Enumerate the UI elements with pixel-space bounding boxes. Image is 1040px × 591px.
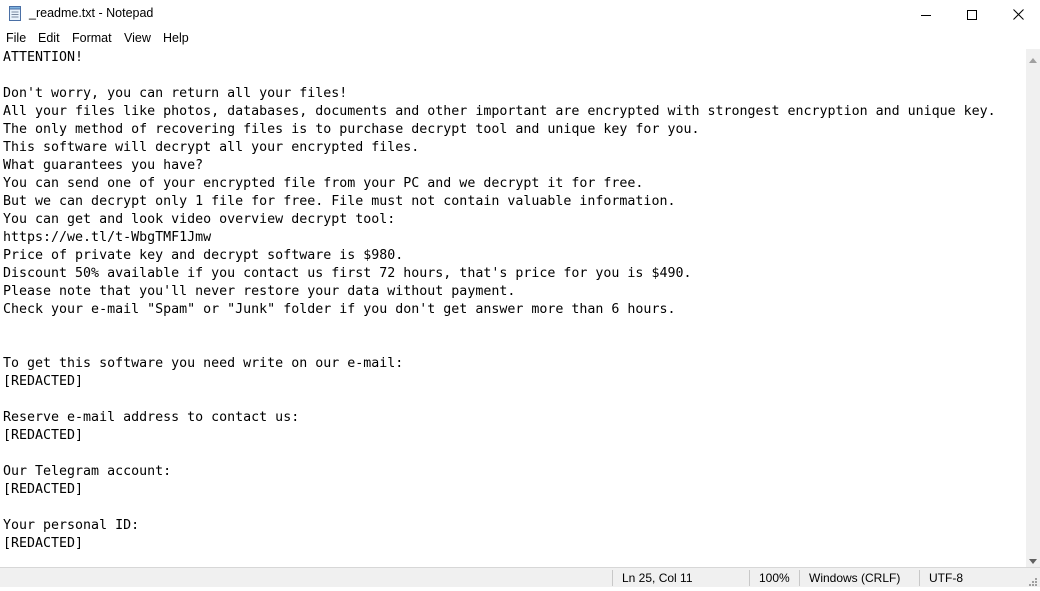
menu-format[interactable]: Format [72, 31, 112, 45]
menu-bar: File Edit Format View Help [0, 29, 1040, 49]
window-title: _readme.txt - Notepad [29, 6, 154, 20]
notepad-icon [9, 6, 22, 21]
status-separator [612, 570, 613, 586]
close-icon [1012, 5, 1024, 24]
zoom-level: 100% [759, 571, 790, 585]
notepad-window: _readme.txt - Notepad File Edit Format V… [0, 0, 1040, 587]
title-bar[interactable]: _readme.txt - Notepad [0, 0, 1040, 29]
text-editor[interactable]: ATTENTION! Don't worry, you can return a… [0, 49, 1026, 567]
encoding: UTF-8 [929, 571, 963, 585]
menu-view[interactable]: View [124, 31, 151, 45]
scroll-down-button[interactable] [1026, 550, 1040, 567]
status-bar: Ln 25, Col 11 100% Windows (CRLF) UTF-8 [0, 567, 1040, 587]
maximize-button[interactable] [949, 0, 995, 29]
cursor-position: Ln 25, Col 11 [622, 571, 693, 585]
close-button[interactable] [995, 0, 1040, 29]
scroll-up-arrow-icon [1029, 48, 1037, 67]
maximize-icon [967, 5, 977, 24]
status-separator [799, 570, 800, 586]
line-ending: Windows (CRLF) [809, 571, 901, 585]
minimize-icon [921, 5, 931, 24]
resize-grip-icon[interactable] [1026, 572, 1038, 586]
vertical-scrollbar[interactable] [1026, 49, 1040, 567]
document-text[interactable]: ATTENTION! Don't worry, you can return a… [3, 49, 996, 553]
status-separator [749, 570, 750, 586]
status-separator [919, 570, 920, 586]
minimize-button[interactable] [903, 0, 949, 29]
menu-help[interactable]: Help [163, 31, 189, 45]
menu-edit[interactable]: Edit [38, 31, 60, 45]
scroll-down-arrow-icon [1029, 549, 1037, 568]
menu-file[interactable]: File [6, 31, 26, 45]
scroll-up-button[interactable] [1026, 49, 1040, 66]
